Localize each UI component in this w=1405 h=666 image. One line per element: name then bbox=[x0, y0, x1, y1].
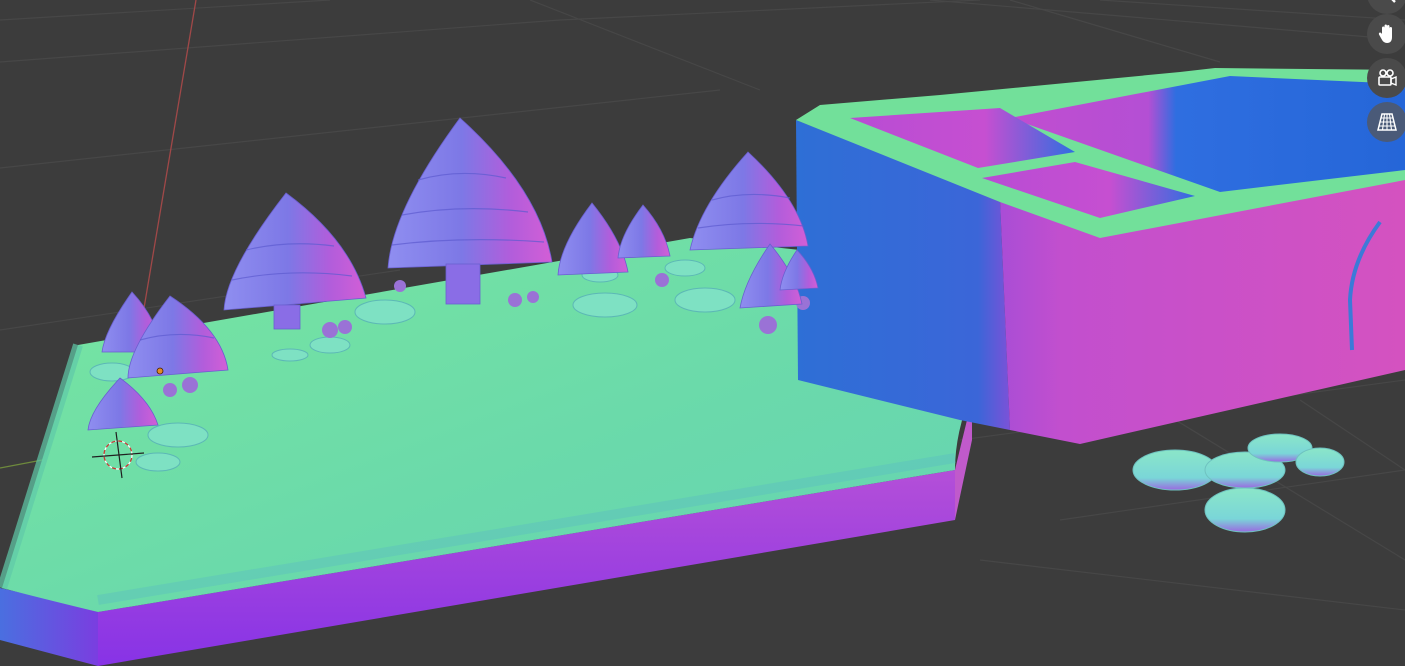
tree-6 bbox=[557, 202, 629, 276]
hand-pan-icon bbox=[1378, 24, 1392, 43]
perspective-grid-icon bbox=[1377, 113, 1397, 131]
box-container bbox=[796, 68, 1405, 444]
toggle-perspective-button[interactable] bbox=[1367, 102, 1405, 142]
pan-view-button[interactable] bbox=[1367, 14, 1405, 54]
tree-8 bbox=[689, 151, 809, 251]
camera-view-button[interactable] bbox=[1367, 58, 1405, 98]
tree-7 bbox=[617, 204, 671, 259]
object-origin-dot bbox=[156, 367, 164, 375]
scene-canvas[interactable] bbox=[0, 0, 1405, 666]
zoom-icon bbox=[1391, 0, 1396, 3]
camera-icon bbox=[1378, 69, 1397, 87]
3d-viewport[interactable] bbox=[0, 0, 1405, 666]
